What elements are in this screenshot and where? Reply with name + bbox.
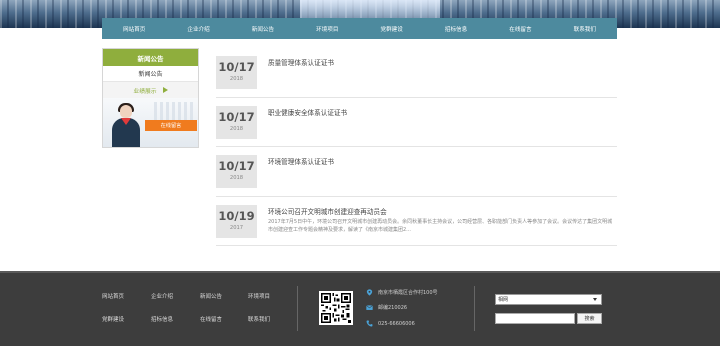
search-button[interactable]: 搜索 [577,313,602,324]
sidebar: 新闻公告 新闻公告 业绩展示 在线留言 [102,48,199,148]
footer-postcode: 邮编210026 [378,305,408,311]
footer-link-contact[interactable]: 联系我们 [248,315,270,323]
news-title[interactable]: 环境管理体系认证证书 [268,156,334,166]
service-agent-face [120,105,132,118]
qr-code [319,291,353,325]
sidebar-heading: 新闻公告 [103,49,198,66]
main-nav: 网站首页 企业介绍 新闻公告 环境项目 党群建设 招标信息 在线留言 联系我们 [102,18,617,39]
news-date-day: 10/19 [218,208,255,223]
news-date: 10/17 2018 [216,155,257,188]
news-item: 10/17 2018 环境管理体系认证证书 [216,147,617,197]
footer-address-row: 南京市栖霞区合作村100号 [366,289,438,296]
nav-item-message[interactable]: 在线留言 [488,18,552,39]
search-input[interactable] [495,313,575,324]
site-links-select[interactable]: 相网 [495,294,602,305]
sidebar-item-label: 业绩展示 [133,88,157,95]
nav-item-projects[interactable]: 环境项目 [295,18,359,39]
news-title[interactable]: 质量管理体系认证证书 [268,57,334,67]
news-item: 10/19 2017 环境公司召开文明城市创建迎查再动员会 2017年7月5日中… [216,197,617,246]
page: 网站首页 企业介绍 新闻公告 环境项目 党群建设 招标信息 在线留言 联系我们 … [0,0,720,346]
phone-icon [366,320,373,327]
nav-item-home[interactable]: 网站首页 [102,18,166,39]
news-date-year: 2018 [229,125,244,132]
news-date: 10/19 2017 [216,204,257,238]
footer-divider [474,286,475,331]
nav-item-tender[interactable]: 招标信息 [424,18,488,39]
sidebar-item-news[interactable]: 新闻公告 [103,66,198,82]
news-title[interactable]: 职业健康安全体系认证证书 [268,107,347,117]
news-date-year: 2017 [229,224,244,231]
online-message-promo: 在线留言 [103,98,198,147]
footer-link-party[interactable]: 党群建设 [102,315,124,323]
footer-link-home[interactable]: 网站首页 [102,292,124,300]
news-date-day: 10/17 [218,60,255,74]
news-date: 10/17 2018 [216,56,257,89]
footer-divider [297,286,298,331]
mail-icon [366,304,373,311]
news-item: 10/17 2018 质量管理体系认证证书 [216,48,617,98]
footer: 网站首页 企业介绍 新闻公告 环境项目 党群建设 招标信息 在线留言 联系我们 [0,271,720,346]
news-summary: 2017年7月5日中午，环境公司召开文明城市创建再动员会。余同秋董事长主持会议，… [268,218,613,233]
footer-link-message[interactable]: 在线留言 [200,315,222,323]
nav-item-about[interactable]: 企业介绍 [166,18,230,39]
news-date-year: 2018 [229,76,244,82]
footer-link-news[interactable]: 新闻公告 [200,292,222,300]
footer-phone: 025-66606006 [378,320,415,327]
arrow-right-icon [162,87,168,93]
nav-item-contact[interactable]: 联系我们 [553,18,617,39]
site-links-select-value: 相网 [498,297,509,303]
nav-item-party[interactable]: 党群建设 [360,18,424,39]
footer-phone-row: 025-66606006 [366,320,415,327]
footer-link-projects[interactable]: 环境项目 [248,292,270,300]
footer-postcode-row: 邮编210026 [366,304,407,311]
news-date-day: 10/17 [218,159,255,173]
news-item: 10/17 2018 职业健康安全体系认证证书 [216,98,617,147]
footer-link-about[interactable]: 企业介绍 [151,292,173,300]
chevron-down-icon [593,298,597,301]
sidebar-item-achievements[interactable]: 业绩展示 [103,82,198,98]
news-date: 10/17 2018 [216,105,257,139]
news-list: 10/17 2018 质量管理体系认证证书 10/17 2018 职业健康安全体… [216,48,617,246]
news-title[interactable]: 环境公司召开文明城市创建迎查再动员会 [268,206,387,216]
nav-item-news[interactable]: 新闻公告 [231,18,295,39]
location-icon [366,289,373,296]
news-date-day: 10/17 [218,109,255,124]
footer-link-tender[interactable]: 招标信息 [151,315,173,323]
news-date-year: 2018 [229,175,244,181]
footer-address: 南京市栖霞区合作村100号 [378,290,438,296]
online-message-button[interactable]: 在线留言 [145,120,197,131]
